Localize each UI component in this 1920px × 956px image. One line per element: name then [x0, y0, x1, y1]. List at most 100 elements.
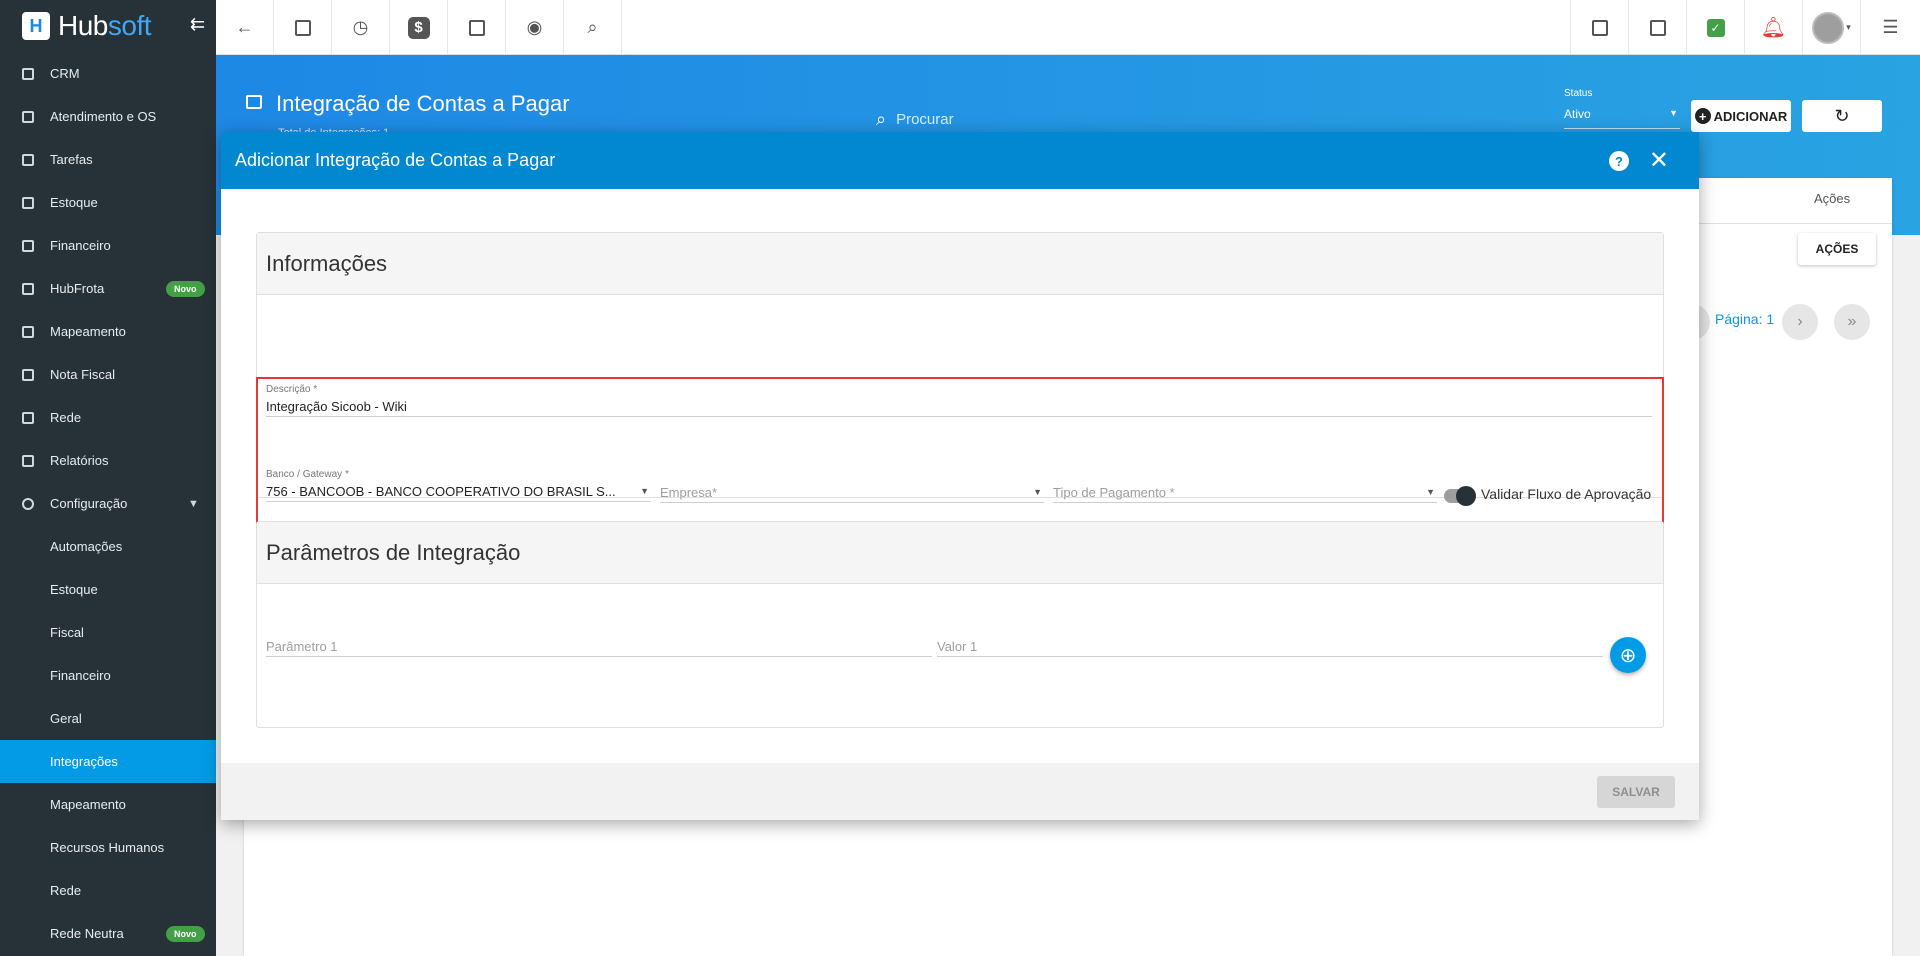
banco-value: 756 - BANCOOB - BANCO COOPERATIVO DO BRA… [266, 484, 616, 499]
status-select[interactable]: Ativo ▼ [1564, 107, 1680, 129]
menu-list-button[interactable]: ☰ [1860, 0, 1920, 55]
back-button[interactable]: ← [216, 0, 274, 55]
gear-icon [22, 497, 34, 510]
validar-fluxo-label: Validar Fluxo de Aprovação [1481, 486, 1652, 502]
search-input[interactable]: ⌕ Procurar [876, 105, 1276, 133]
sidebar-subitem-fiscal[interactable]: Fiscal [0, 611, 216, 654]
validar-fluxo-toggle[interactable] [1444, 486, 1476, 506]
list-icon: ☰ [1882, 17, 1899, 37]
money-icon [246, 95, 262, 109]
valor-field[interactable]: Valor 1 [937, 635, 1603, 657]
sidebar-subitem-automacoes[interactable]: Automações [0, 525, 216, 568]
sidebar-subitem-financeiro[interactable]: Financeiro [0, 654, 216, 697]
sidebar-subitem-label: Integrações [50, 754, 118, 769]
page-title: Integração de Contas a Pagar [276, 91, 570, 116]
help-icon[interactable]: ? [1609, 151, 1629, 171]
sidebar-item-crm[interactable]: CRM [0, 52, 216, 95]
company-button[interactable] [1628, 0, 1686, 55]
pdf-button[interactable] [1570, 0, 1628, 55]
collapse-sidebar-icon[interactable]: ⇇ [190, 14, 205, 35]
refresh-icon: ↻ [1834, 105, 1850, 126]
sidebar-item-relatorios[interactable]: Relatórios [0, 439, 216, 482]
banco-select[interactable]: 756 - BANCOOB - BANCO COOPERATIVO DO BRA… [266, 480, 651, 502]
search-icon: ⌕ [587, 17, 598, 37]
last-page-button[interactable]: » [1834, 304, 1870, 340]
sidebar-subitem-integracoes[interactable]: Integrações [0, 740, 216, 783]
tipo-placeholder: Tipo de Pagamento [1053, 485, 1166, 500]
user-menu-button[interactable]: ▾ [1802, 0, 1860, 55]
alarms-button[interactable]: 🔔︎ [1744, 0, 1802, 55]
top-toolbar: ← ◷ $ ◉ ⌕ ✓ 🔔︎ ▾ ☰ [216, 0, 1920, 55]
add-parameter-button[interactable]: ⊕ [1610, 637, 1646, 673]
search-icon: ⌕ [876, 108, 887, 129]
logo-text: Hubsoft [58, 10, 152, 41]
sidebar-subitem-recursos-humanos[interactable]: Recursos Humanos [0, 826, 216, 869]
column-header-acoes: Ações [1814, 191, 1851, 206]
dialog-header: Adicionar Integração de Contas a Pagar ?… [221, 132, 1699, 189]
banco-label: Banco / Gateway * [266, 469, 349, 480]
sidebar-item-nota-fiscal[interactable]: Nota Fiscal [0, 353, 216, 396]
sidebar-item-financeiro[interactable]: Financeiro [0, 224, 216, 267]
add-button[interactable]: + ADICIONAR [1691, 100, 1791, 132]
logo[interactable]: H Hubsoft ⇇ [0, 0, 216, 52]
sidebar-item-rede[interactable]: Rede [0, 396, 216, 439]
view-button[interactable]: ◉ [506, 0, 564, 55]
next-page-button[interactable]: › [1782, 304, 1818, 340]
sidebar-item-estoque[interactable]: Estoque [0, 181, 216, 224]
terminal-button[interactable] [448, 0, 506, 55]
car-icon [22, 282, 34, 295]
sidebar-subitem-mapeamento[interactable]: Mapeamento [0, 783, 216, 826]
new-badge: Novo [166, 280, 205, 297]
finance-icon [22, 239, 34, 252]
tipo-pagamento-field[interactable]: Tipo de Pagamento * ▼ [1053, 481, 1437, 503]
row-actions-button[interactable]: AÇÕES [1798, 233, 1876, 265]
sidebar-subitem-label: Mapeamento [50, 797, 126, 812]
finance-button[interactable]: $ [390, 0, 448, 55]
sidebar-item-mapeamento[interactable]: Mapeamento [0, 310, 216, 353]
parametro-input[interactable]: Parâmetro 1 [266, 635, 932, 657]
status-label: Status [1564, 88, 1593, 99]
section-title-params: Parâmetros de Integração [257, 522, 1663, 584]
sidebar-subitem-label: Geral [50, 711, 82, 726]
double-chevron-right-icon: » [1847, 313, 1857, 330]
sidebar-item-tarefas[interactable]: Tarefas [0, 138, 216, 181]
support-icon [22, 110, 34, 123]
close-icon[interactable]: ✕ [1649, 146, 1669, 175]
sidebar-item-label: Rede [50, 410, 82, 425]
contacts-button[interactable] [274, 0, 332, 55]
dropdown-caret-icon: ▼ [1426, 487, 1435, 497]
sidebar-item-hubfrota[interactable]: HubFrota Novo [0, 267, 216, 310]
sidebar-item-configuracao[interactable]: Configuração ▼ [0, 482, 216, 525]
sidebar-item-label: Estoque [50, 195, 98, 210]
schedule-button[interactable]: ◷ [332, 0, 390, 55]
search-placeholder: Procurar [896, 110, 954, 128]
sidebar-subitem-estoque[interactable]: Estoque [0, 568, 216, 611]
descricao-input[interactable]: Integração Sicoob - Wiki [266, 395, 1652, 417]
sidebar-subitem-rede[interactable]: Rede [0, 869, 216, 912]
sidebar-subitem-geral[interactable]: Geral [0, 697, 216, 740]
eye-icon: ◉ [526, 17, 543, 37]
empresa-field[interactable]: Empresa* ▼ [660, 481, 1044, 503]
sidebar-subitem-label: Automações [50, 539, 123, 554]
descricao-label: Descrição * [266, 384, 318, 395]
approvals-button[interactable]: ✓ [1686, 0, 1744, 55]
search-button[interactable]: ⌕ [564, 0, 622, 55]
refresh-button[interactable]: ↻ [1802, 100, 1882, 132]
descricao-field[interactable]: Descrição * Integração Sicoob - Wiki [266, 384, 1652, 417]
pagination-label: Página: 1 [1715, 311, 1775, 327]
sidebar-item-atendimento[interactable]: Atendimento e OS [0, 95, 216, 138]
check-badge-icon: ✓ [1706, 18, 1725, 37]
valor-input[interactable]: Valor 1 [937, 635, 1603, 657]
empresa-select[interactable]: Empresa* ▼ [660, 481, 1044, 503]
chevron-down-icon: ▼ [188, 497, 199, 510]
stock-icon [22, 196, 34, 209]
save-button[interactable]: SALVAR [1597, 776, 1675, 808]
calendar-clock-icon: ◷ [352, 17, 369, 37]
sidebar-subitem-rede-neutra[interactable]: Rede Neutra Novo [0, 912, 216, 955]
tipo-pagamento-select[interactable]: Tipo de Pagamento * ▼ [1053, 481, 1437, 503]
parametro-field[interactable]: Parâmetro 1 [266, 635, 932, 657]
sidebar: H Hubsoft ⇇ CRM Atendimento e OS Tarefas… [0, 0, 216, 956]
banco-gateway-field[interactable]: Banco / Gateway * 756 - BANCOOB - BANCO … [266, 469, 651, 502]
section-title-info: Informações [257, 233, 1663, 295]
dialog-footer: SALVAR [221, 763, 1699, 820]
